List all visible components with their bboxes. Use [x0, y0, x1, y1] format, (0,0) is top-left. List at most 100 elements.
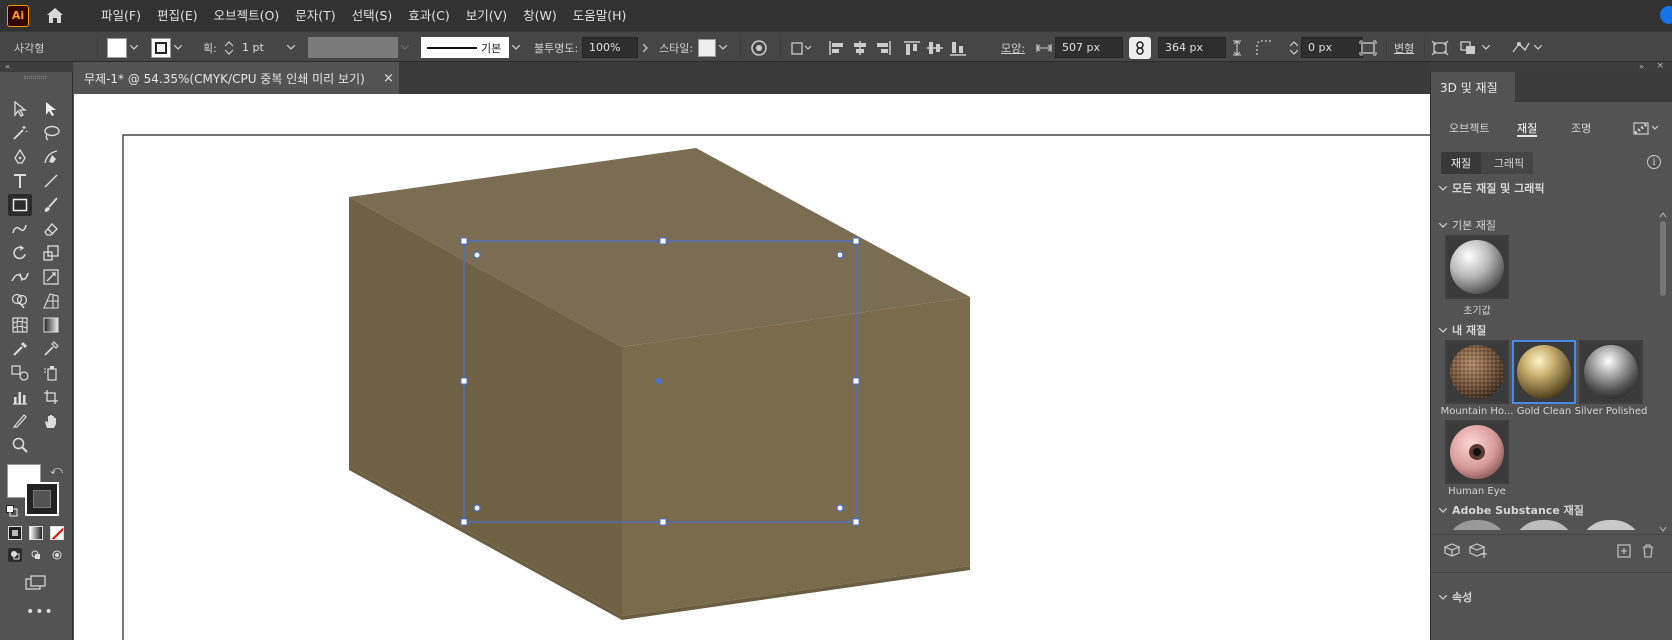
type-tool-icon[interactable]	[8, 170, 32, 192]
tab-material[interactable]: 재질	[1517, 120, 1537, 136]
align-middle-icon[interactable]	[926, 37, 944, 58]
apply-material-selected-icon[interactable]	[1468, 542, 1489, 562]
opacity-field[interactable]: 100%	[582, 37, 652, 58]
corner-radius-input[interactable]: 0 px	[1301, 37, 1363, 58]
shaper-tool-icon[interactable]	[8, 218, 32, 240]
eraser-tool-icon[interactable]	[39, 218, 63, 240]
opacity-input[interactable]: 100%	[582, 37, 638, 58]
stepper-arrows-icon[interactable]	[1287, 37, 1301, 58]
delete-icon[interactable]	[1642, 543, 1654, 562]
section-all-materials[interactable]: 모든 재질 및 그래픽	[1439, 180, 1544, 196]
stroke-weight-input[interactable]: 1 pt	[236, 37, 284, 58]
chevron-down-icon[interactable]	[284, 37, 298, 58]
link-icon[interactable]	[1129, 36, 1151, 59]
menu-window[interactable]: 창(W)	[515, 0, 565, 31]
rectangle-tool-icon[interactable]	[8, 194, 32, 216]
section-substance-materials[interactable]: Adobe Substance 재질	[1439, 502, 1584, 518]
selection-handle[interactable]	[460, 237, 468, 245]
perspective-grid-tool-icon[interactable]	[39, 290, 63, 312]
height-field[interactable]: 364 px	[1158, 37, 1226, 58]
canvas[interactable]	[74, 94, 1430, 640]
shape-builder-tool-icon[interactable]	[8, 290, 32, 312]
gradient-tool-icon[interactable]	[39, 314, 63, 336]
align-center-icon[interactable]	[851, 37, 869, 58]
pen-tool-icon[interactable]	[8, 146, 32, 168]
home-icon[interactable]	[44, 5, 66, 27]
draw-behind-icon[interactable]	[29, 548, 43, 562]
width-field[interactable]: 507 px	[1055, 37, 1123, 58]
align-left-icon[interactable]	[828, 37, 846, 58]
default-colors-icon[interactable]	[6, 502, 18, 517]
draw-inside-icon[interactable]	[50, 548, 64, 562]
info-icon[interactable]: i	[1647, 155, 1661, 169]
chevron-down-icon[interactable]	[127, 37, 141, 58]
column-graph-tool-icon[interactable]	[8, 386, 32, 408]
selection-handle[interactable]	[659, 237, 667, 245]
zoom-tool-icon[interactable]	[8, 434, 32, 456]
render-icon[interactable]	[1633, 120, 1659, 139]
selection-handle[interactable]	[659, 518, 667, 526]
tab-lighting[interactable]: 조명	[1571, 120, 1591, 136]
material-human-eye-thumbnail[interactable]	[1445, 420, 1509, 484]
artboard-tool-icon[interactable]	[39, 386, 63, 408]
none-mode-icon[interactable]	[50, 526, 64, 540]
menu-help[interactable]: 도움말(H)	[565, 0, 635, 31]
symbol-sprayer-tool-icon[interactable]	[39, 362, 63, 384]
variable-width-profile[interactable]	[308, 37, 412, 58]
align-to-icon[interactable]	[790, 37, 814, 58]
chevron-down-icon[interactable]	[171, 37, 185, 58]
selection-handle[interactable]	[460, 518, 468, 526]
graphic-style-swatch[interactable]	[698, 37, 730, 58]
arrange-icon[interactable]	[1459, 37, 1493, 58]
account-icon[interactable]	[1660, 6, 1672, 24]
panel-scrollbar[interactable]	[1659, 212, 1667, 532]
brush-definition[interactable]: 기본	[421, 37, 523, 58]
align-bottom-icon[interactable]	[949, 37, 967, 58]
selection-handle[interactable]	[852, 237, 860, 245]
document-tab[interactable]: 무제-1* @ 54.35%(CMYK/CPU 중복 인쇄 미리 보기)	[73, 62, 399, 94]
material-gold-thumbnail[interactable]	[1512, 340, 1576, 404]
stroke-color-swatch[interactable]	[25, 482, 59, 516]
color-mode-icon[interactable]	[8, 526, 22, 540]
eyedropper-alt-tool-icon[interactable]	[39, 338, 63, 360]
corner-type-icon[interactable]	[1256, 37, 1272, 58]
paintbrush-tool-icon[interactable]	[39, 194, 63, 216]
free-transform-tool-icon[interactable]	[39, 266, 63, 288]
stroke-swatch[interactable]	[151, 37, 185, 58]
corner-widget[interactable]	[836, 504, 844, 512]
panel-title-tab[interactable]: 3D 및 재질	[1431, 72, 1515, 102]
material-silver-thumbnail[interactable]	[1579, 340, 1643, 404]
stroke-weight-stepper[interactable]: 1 pt	[222, 37, 298, 58]
corner-widget[interactable]	[473, 251, 481, 259]
slice-tool-icon[interactable]	[8, 410, 32, 432]
close-icon[interactable]: ×	[1656, 61, 1664, 71]
toolbar-grip[interactable]	[24, 76, 46, 79]
menu-edit[interactable]: 편집(E)	[149, 0, 206, 31]
blend-tool-icon[interactable]	[8, 362, 32, 384]
corner-widget[interactable]	[473, 504, 481, 512]
transform-label[interactable]: 변형	[1394, 37, 1414, 58]
selection-handle[interactable]	[852, 377, 860, 385]
menu-view[interactable]: 보기(V)	[458, 0, 515, 31]
3d-box-object[interactable]	[349, 148, 970, 620]
stepper-arrows-icon[interactable]	[222, 37, 236, 58]
corner-widget[interactable]	[836, 251, 844, 259]
section-properties[interactable]: 속성	[1439, 589, 1472, 605]
selection-handle[interactable]	[460, 377, 468, 385]
puppet-warp-icon[interactable]	[1511, 37, 1545, 58]
menu-type[interactable]: 문자(T)	[287, 0, 343, 31]
chevron-down-icon[interactable]	[509, 37, 523, 58]
chevron-down-icon[interactable]	[1531, 37, 1545, 58]
scale-tool-icon[interactable]	[39, 242, 63, 264]
draw-normal-icon[interactable]	[8, 548, 22, 562]
material-default-thumbnail[interactable]	[1445, 235, 1509, 299]
selection-handle[interactable]	[852, 518, 860, 526]
align-right-icon[interactable]	[874, 37, 892, 58]
swap-colors-icon[interactable]: ⤺	[50, 463, 63, 478]
menu-effect[interactable]: 효과(C)	[400, 0, 457, 31]
scrollbar-thumb[interactable]	[1660, 221, 1666, 296]
subtab-materials[interactable]: 재질	[1441, 152, 1481, 174]
section-my-materials[interactable]: 내 재질	[1439, 322, 1486, 338]
hand-tool-icon[interactable]	[39, 410, 63, 432]
rotate-tool-icon[interactable]	[8, 242, 32, 264]
